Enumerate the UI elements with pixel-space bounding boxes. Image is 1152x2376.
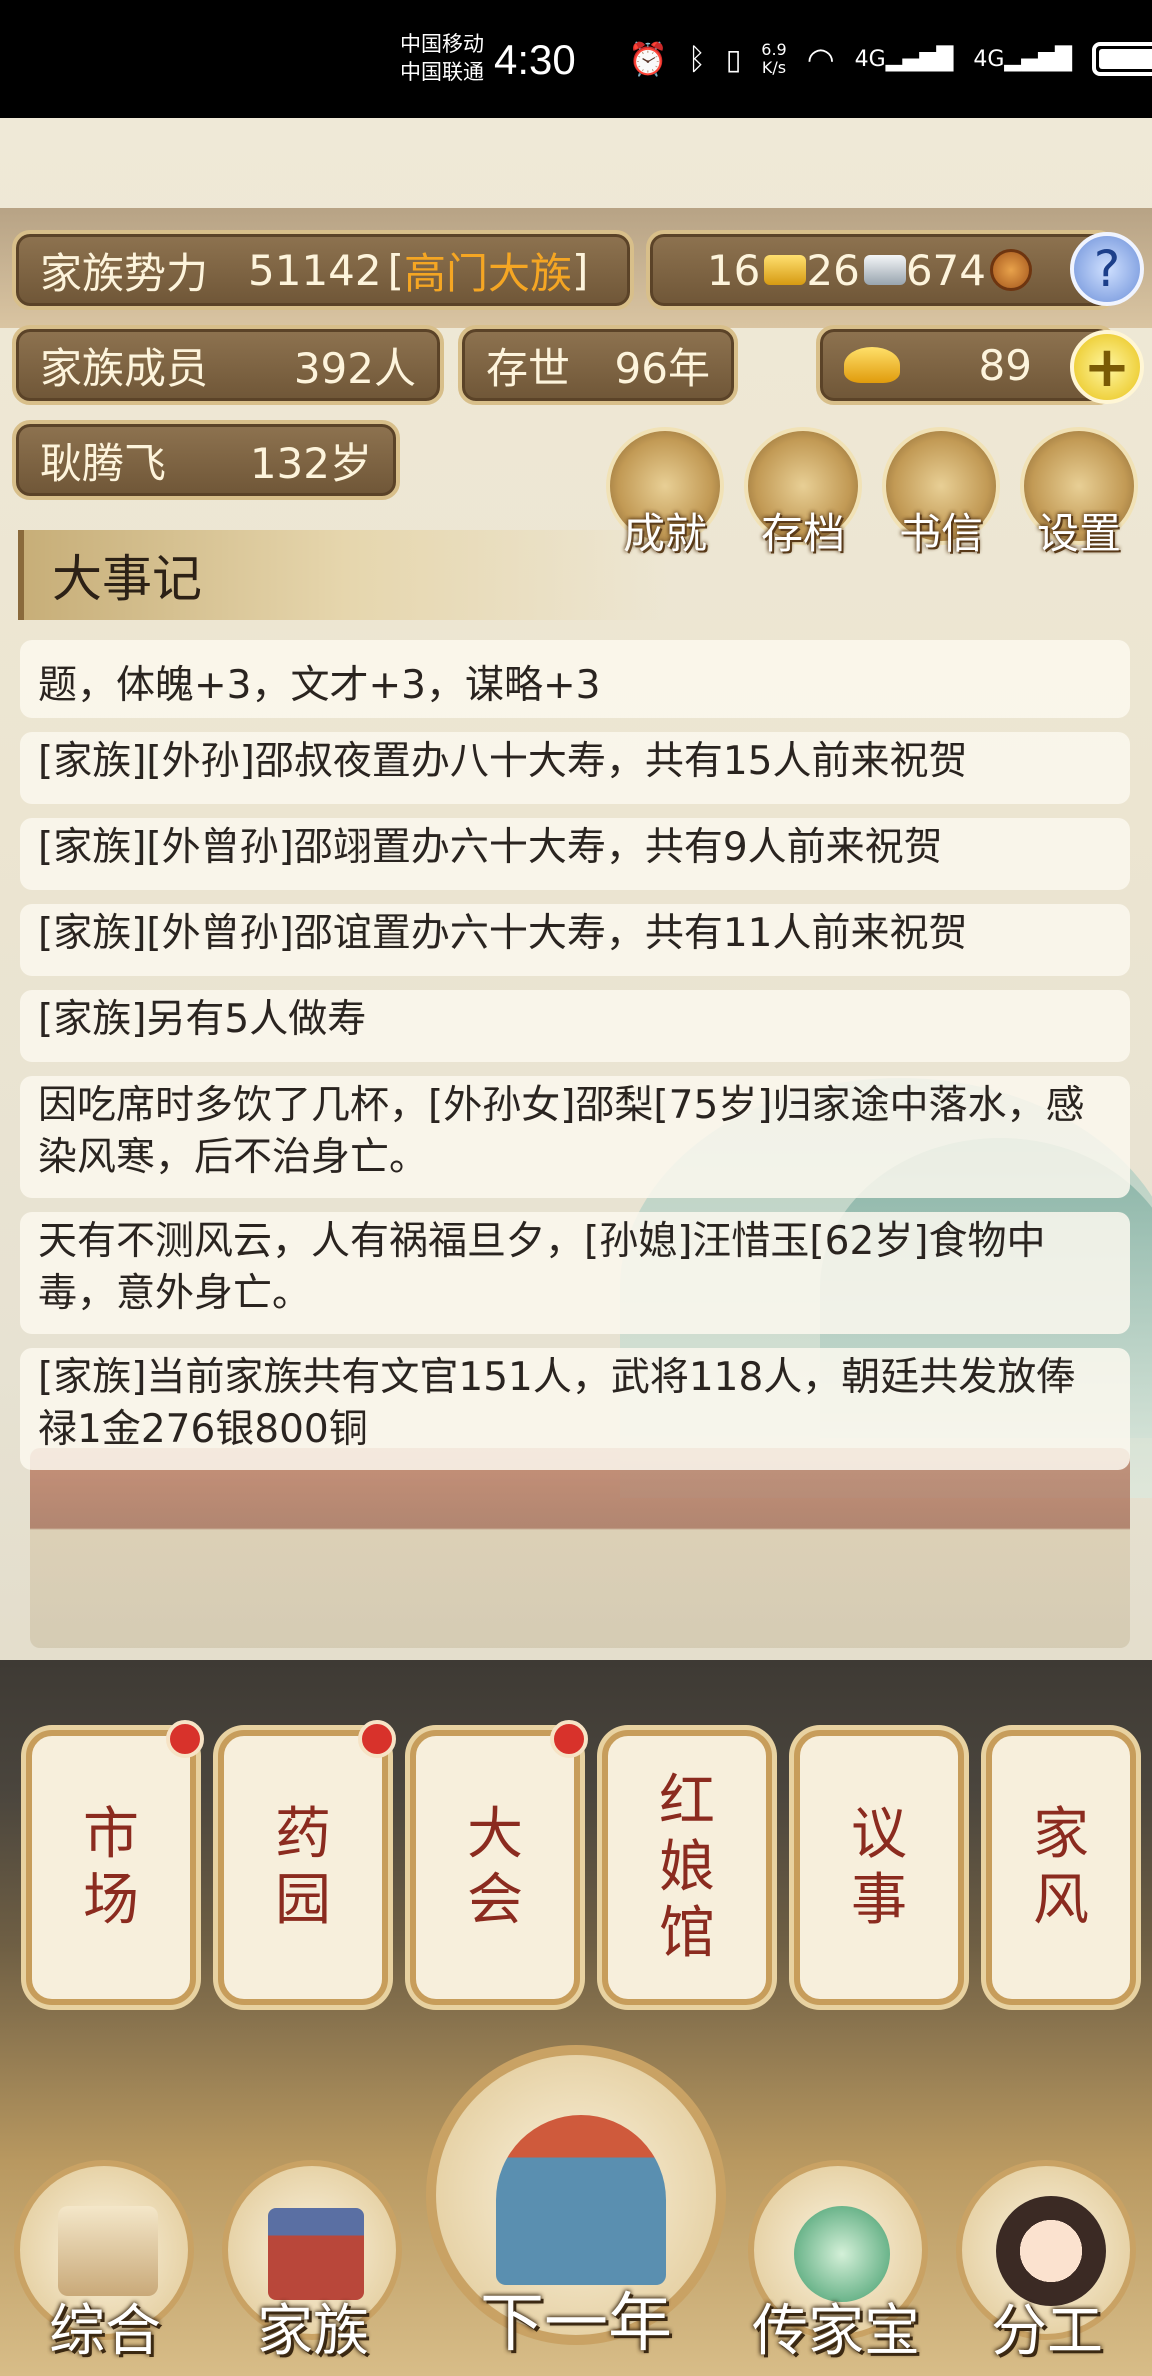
card-family-tradition[interactable]: 家风 xyxy=(986,1730,1136,2005)
currency-bar[interactable]: 16 26 674 xyxy=(646,230,1116,310)
signal-icon: 4G▂▄▆█ xyxy=(854,46,954,72)
chronicle-entry: [家族][外孙]邵叔夜置办八十大寿，共有15人前来祝贺 xyxy=(20,732,1130,804)
notification-dot xyxy=(550,1720,588,1758)
patriarch-bar[interactable]: 耿腾飞 132岁 xyxy=(12,420,400,500)
plus-icon: + xyxy=(1083,334,1131,400)
gold-count: 16 xyxy=(707,246,807,295)
family-power-value: 51142 xyxy=(248,245,382,295)
carrier-names: 中国移动 中国联通 xyxy=(400,30,484,86)
ingot-count: 89 xyxy=(978,340,1032,390)
chronicle-entry: 因吃席时多饮了几杯，[外孙女]邵梨[75岁]归家途中落水，感染风寒，后不治身亡。 xyxy=(20,1076,1130,1198)
card-herb-garden[interactable]: 药园 xyxy=(218,1720,396,2005)
silver-count: 26 xyxy=(806,246,906,295)
nav-heirloom-label: 传家宝 xyxy=(752,2299,920,2364)
palace-illustration xyxy=(30,1448,1130,1648)
members-label: 家族成员 xyxy=(40,343,209,393)
mountain-sun-icon xyxy=(496,2115,666,2285)
chronicle-entry: 天有不测风云，人有祸福旦夕，[孙媳]汪惜玉[62岁]食物中毒，意外身亡。 xyxy=(20,1212,1130,1334)
notification-dot xyxy=(166,1720,204,1758)
settings-label: 设置 xyxy=(1036,509,1121,558)
generations-bar[interactable]: 存世 96年 xyxy=(458,325,738,405)
family-members-bar[interactable]: 家族成员 392人 xyxy=(12,325,444,405)
status-time: 4:30 xyxy=(494,36,576,83)
next-year-label: 下一年 xyxy=(480,2287,672,2361)
wifi-icon: ◠ xyxy=(806,40,835,78)
chronicle-entry: [家族][外曾孙]邵翊置办六十大寿，共有9人前来祝贺 xyxy=(20,818,1130,890)
letters-label: 书信 xyxy=(898,509,983,558)
copper-count: 674 xyxy=(906,246,1032,295)
signal-icon-2: 4G▂▄▆█ xyxy=(973,46,1073,72)
add-ingot-button[interactable]: + xyxy=(1070,330,1144,404)
nav-family-label: 家族 xyxy=(257,2299,369,2364)
notification-dot xyxy=(358,1720,396,1758)
generations-label: 存世 xyxy=(486,343,571,393)
chronicle-entry: [家族]当前家族共有文官151人，武将118人，朝廷共发放俸禄1金276银800… xyxy=(20,1348,1130,1470)
chronicle-title: 大事记 xyxy=(18,530,668,620)
silver-bar-icon xyxy=(863,255,906,285)
status-icons: ⏰ ᛒ ▯ 6.9 K/s ◠ 4G▂▄▆█ 4G▂▄▆█ xyxy=(628,40,1152,78)
net-speed: 6.9 K/s xyxy=(761,40,787,77)
status-bar: 中国移动 中国联通 4:30 ⏰ ᛒ ▯ 6.9 K/s ◠ 4G▂▄▆█ 4G… xyxy=(0,0,1152,118)
save-label: 存档 xyxy=(760,509,845,558)
patriarch-age: 132岁 xyxy=(249,438,372,488)
family-power-bar[interactable]: 家族势力 51142 [高门大族] xyxy=(12,230,634,310)
card-market[interactable]: 市场 xyxy=(26,1720,204,2005)
chronicle-entry: [家族][外曾孙]邵谊置办六十大寿，共有11人前来祝贺 xyxy=(20,904,1130,976)
gold-bar-icon xyxy=(764,255,807,285)
card-assembly[interactable]: 大会 xyxy=(410,1720,588,2005)
nav-division-label: 分工 xyxy=(991,2299,1103,2364)
family-rank: 高门大族 xyxy=(404,248,573,298)
nav-general-label: 综合 xyxy=(49,2299,161,2364)
alarm-icon: ⏰ xyxy=(628,40,668,78)
battery-icon xyxy=(1092,42,1152,76)
help-button[interactable]: ? xyxy=(1070,232,1144,306)
card-council[interactable]: 议事 xyxy=(794,1730,964,2005)
patriarch-name: 耿腾飞 xyxy=(40,438,167,488)
chronicle-entry: 题，体魄+3，文才+3，谋略+3 xyxy=(20,640,1130,718)
vibrate-icon: ▯ xyxy=(725,42,742,76)
copper-coin-icon xyxy=(990,249,1032,291)
gold-ingot-icon xyxy=(844,347,900,383)
family-power-label: 家族势力 xyxy=(40,248,209,298)
members-value: 392人 xyxy=(293,343,416,393)
chronicle-entry: [家族]另有5人做寿 xyxy=(20,990,1130,1062)
card-matchmaker[interactable]: 红娘馆 xyxy=(602,1730,772,2005)
bluetooth-icon: ᛒ xyxy=(687,41,706,77)
generations-value: 96年 xyxy=(614,343,710,393)
scroll-icon xyxy=(58,2206,158,2296)
carrier-1: 中国移动 xyxy=(400,32,484,56)
question-icon: ? xyxy=(1093,240,1121,298)
carrier-2: 中国联通 xyxy=(400,60,484,84)
